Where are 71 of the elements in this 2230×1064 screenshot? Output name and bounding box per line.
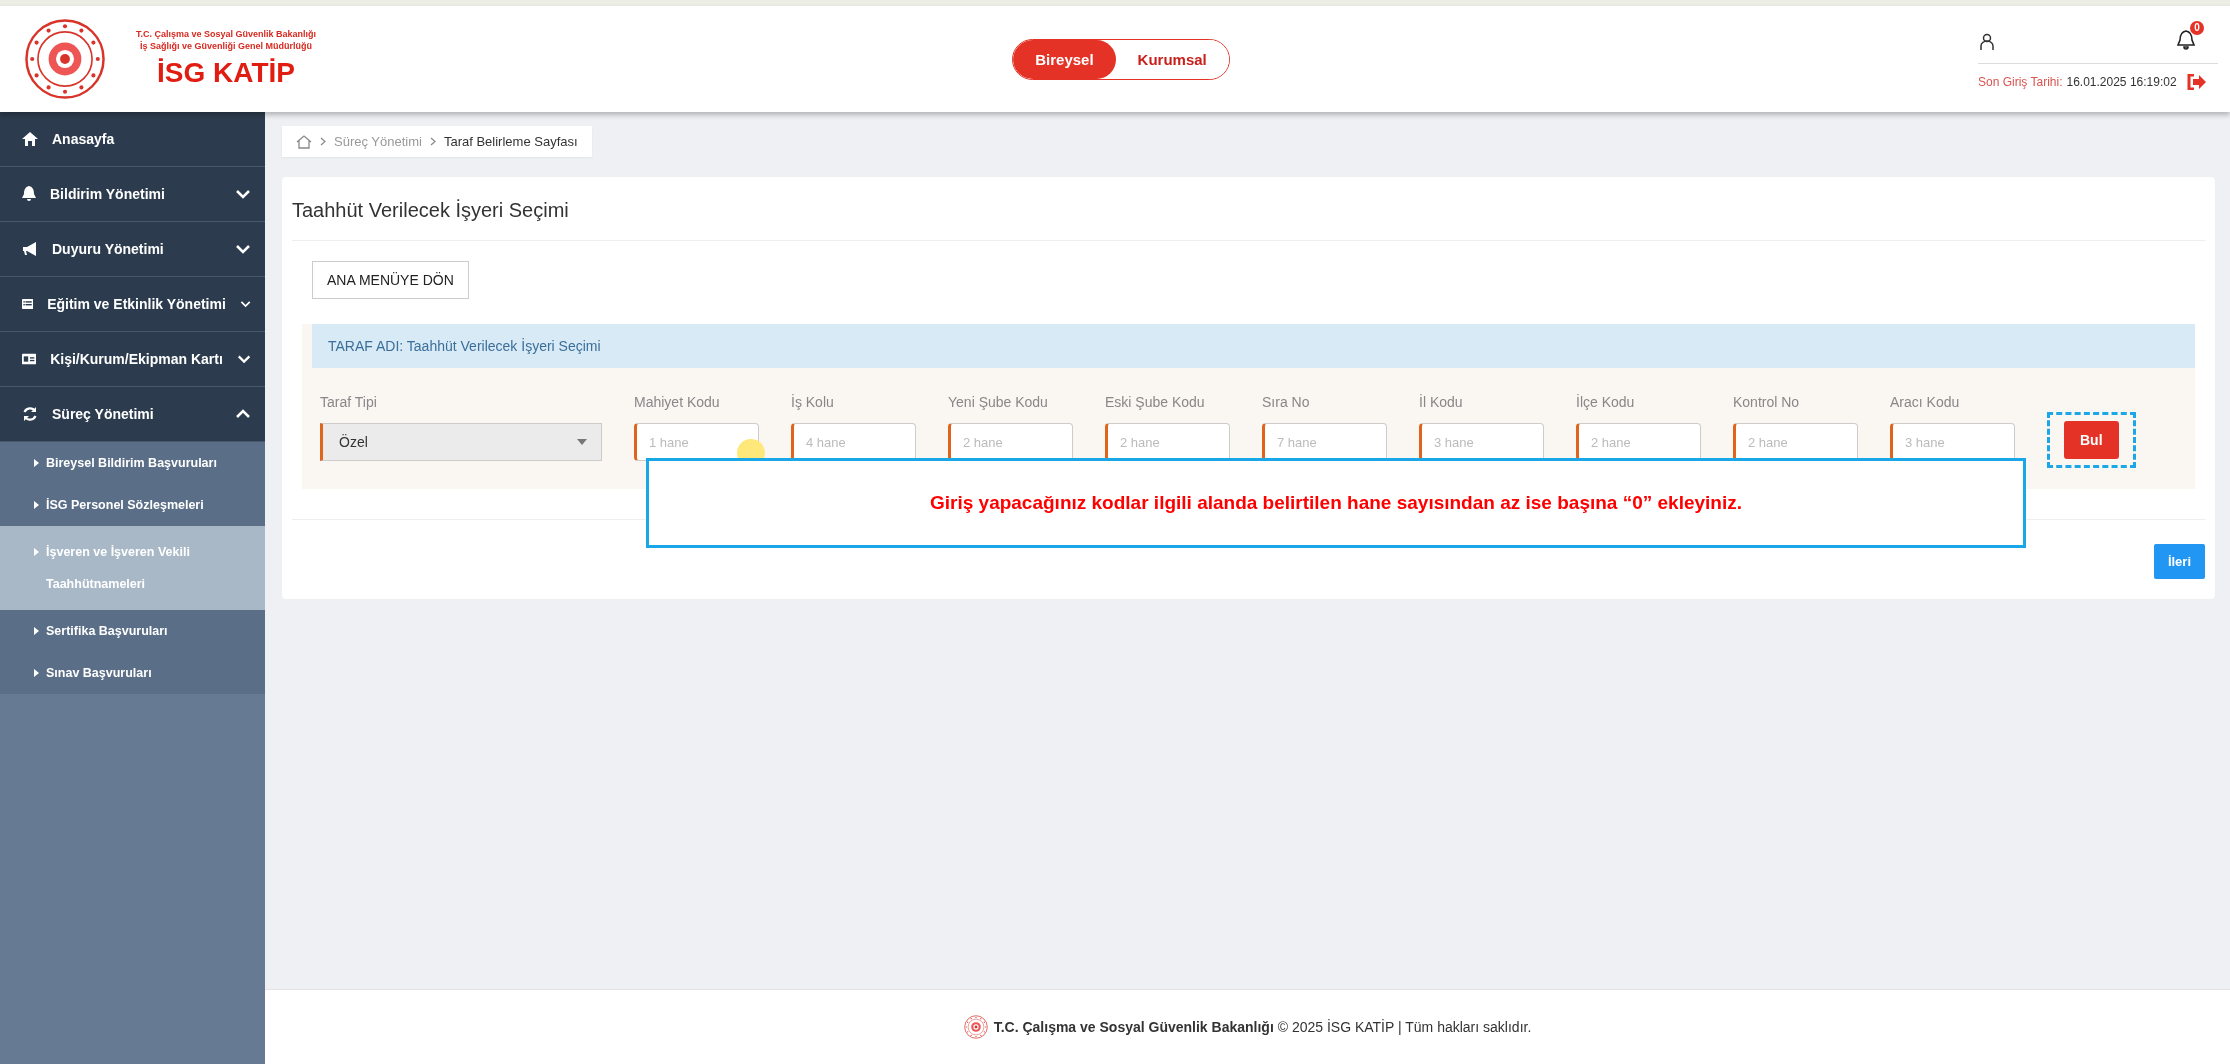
field-label: Kontrol No: [1733, 394, 1801, 410]
sidebar-item[interactable]: Anasayfa: [0, 112, 265, 167]
breadcrumb-link[interactable]: Süreç Yönetimi: [334, 134, 422, 149]
field-label: İş Kolu: [791, 394, 835, 410]
input-field[interactable]: 7 hane: [1262, 423, 1387, 461]
input-field[interactable]: 2 hane: [1576, 423, 1701, 461]
find-button[interactable]: Bul: [2064, 421, 2119, 459]
input-field[interactable]: 2 hane: [1733, 423, 1858, 461]
sidebar-item[interactable]: Süreç Yönetimi: [0, 387, 265, 442]
callout-note: Giriş yapacağınız kodlar ilgili alanda belirtilen hane sayısından az ise başına “0” ekleyiniz.: [646, 458, 2026, 548]
field-label: Eski Şube Kodu: [1105, 394, 1206, 410]
chevron-down-icon: [235, 189, 251, 199]
home-icon[interactable]: [296, 134, 312, 149]
refresh-icon: [22, 406, 38, 422]
chevron-down-icon: [235, 244, 251, 254]
sidebar-subitem[interactable]: Sınav Başvuruları: [0, 652, 265, 694]
logout-icon[interactable]: [2186, 73, 2207, 90]
emblem-icon: [24, 18, 106, 100]
caret-right-icon: [34, 627, 39, 635]
ministry-name: T.C. Çalışma ve Sosyal Güvenlik Bakanlığı: [136, 29, 317, 39]
bell-icon: [22, 186, 36, 202]
field-label: Aracı Kodu: [1890, 394, 1961, 410]
mode-tab[interactable]: Bireysel: [1013, 39, 1116, 79]
app-title: İSG KATİP: [157, 57, 295, 89]
field-label: İl Kodu: [1419, 394, 1464, 410]
chevron-right-icon: [429, 137, 436, 146]
section-title: TARAF ADI: Taahhüt Verilecek İşyeri Seçimi: [312, 324, 2195, 368]
sidebar-item[interactable]: Bildirim Yönetimi: [0, 167, 265, 222]
field-label: Sıra No: [1262, 394, 1311, 410]
input-field[interactable]: 2 hane: [1105, 423, 1230, 461]
last-login-value: 16.01.2025 16:19:02: [2066, 74, 2177, 89]
sidebar-subitem[interactable]: Bireysel Bildirim Başvuruları: [0, 442, 265, 484]
sidebar-item[interactable]: Duyuru Yönetimi: [0, 222, 265, 277]
user-icon[interactable]: [1980, 32, 1994, 51]
megaphone-icon: [22, 242, 38, 256]
page-title: Taahhüt Verilecek İşyeri Seçimi: [292, 177, 2205, 241]
input-field[interactable]: 3 hane: [1890, 423, 2015, 461]
field-label: Taraf Tipi: [320, 394, 378, 410]
bell-icon[interactable]: [2176, 28, 2196, 51]
caret-right-icon: [34, 669, 39, 677]
footer-text: T.C. Çalışma ve Sosyal Güvenlik Bakanlığı © 2025 İSG KATİP | Tüm hakları saklıdır.: [993, 1019, 1532, 1035]
caret-right-icon: [34, 548, 39, 556]
sidebar-item[interactable]: Eğitim ve Etkinlik Yönetimi: [0, 277, 265, 332]
input-field[interactable]: 3 hane: [1419, 423, 1544, 461]
field-label: Yeni Şube Kodu: [948, 394, 1049, 410]
home-icon: [22, 132, 38, 146]
chevron-down-icon: [239, 299, 251, 309]
back-button[interactable]: ANA MENÜYE DÖN: [312, 261, 469, 299]
last-login-label: Son Giriş Tarihi:: [1978, 74, 2063, 89]
next-button[interactable]: İleri: [2153, 544, 2205, 579]
sidebar-subitem[interactable]: Sertifika Başvuruları: [0, 610, 265, 652]
ministry-name: İş Sağlığı ve Güvenliği Genel Müdürlüğü: [140, 41, 313, 51]
caret-right-icon: [34, 501, 39, 509]
mode-tab[interactable]: Kurumsal: [1115, 39, 1229, 79]
input-field[interactable]: 4 hane: [791, 423, 916, 461]
field-label: İlçe Kodu: [1576, 394, 1636, 410]
field-label: Mahiyet Kodu: [634, 394, 721, 410]
caret-right-icon: [34, 459, 39, 467]
emblem-icon: [963, 1015, 988, 1039]
list-icon: [22, 297, 34, 311]
chevron-right-icon: [320, 137, 326, 146]
input-field[interactable]: 2 hane: [948, 423, 1073, 461]
chevron-up-icon: [235, 409, 251, 419]
chevron-down-icon: [236, 354, 251, 364]
id-card-icon: [22, 353, 37, 365]
breadcrumb-current: Taraf Belirleme Sayfası: [443, 134, 578, 149]
notification-badge: 0: [2190, 20, 2204, 35]
sidebar-subitem[interactable]: İSG Personel Sözleşmeleri: [0, 484, 265, 526]
select-field[interactable]: Özel: [320, 423, 602, 461]
sidebar-item[interactable]: Kişi/Kurum/Ekipman Kartı: [0, 332, 265, 387]
caret-icon: [577, 439, 587, 445]
